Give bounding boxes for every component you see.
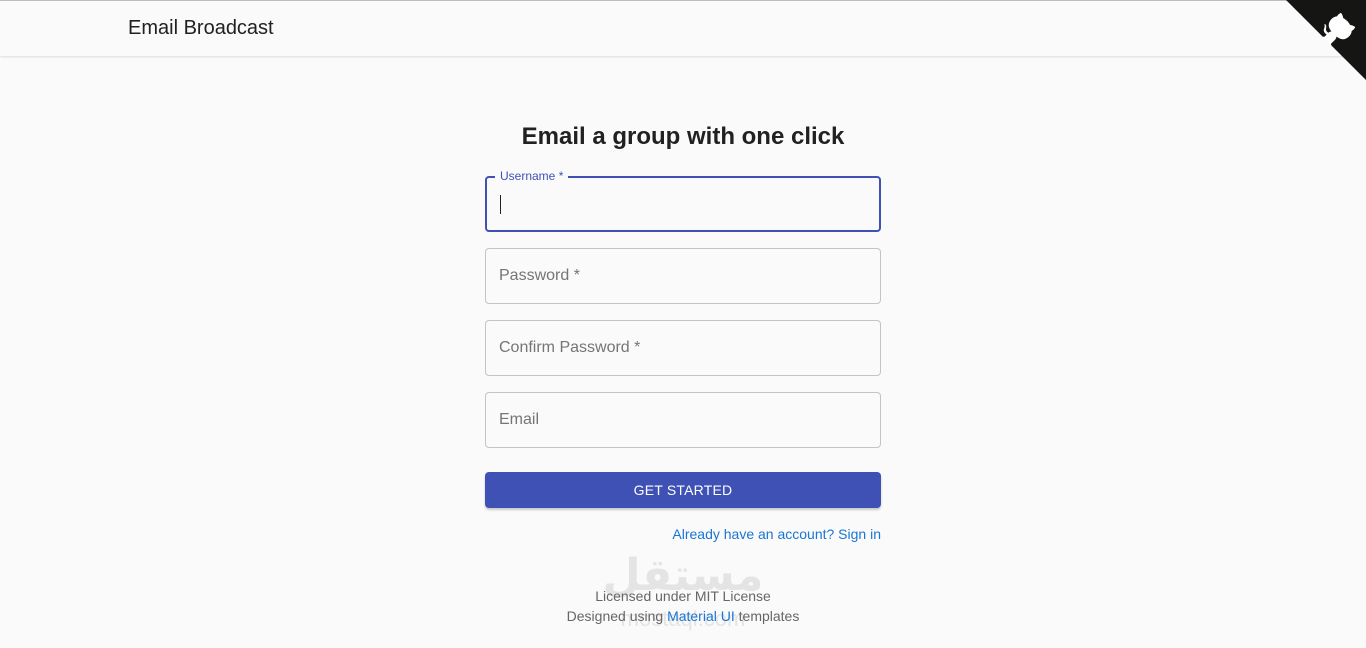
email-field[interactable]: Email	[485, 392, 881, 448]
email-label: Email	[499, 411, 540, 428]
github-octocat-icon	[1286, 0, 1366, 80]
designed-using-line: Designed using Material UI templates	[0, 606, 1366, 626]
designed-using-suffix: templates	[734, 608, 800, 624]
confirm-password-label: Confirm Password *	[499, 339, 641, 356]
username-label: Username *	[495, 169, 569, 183]
signin-row: Already have an account? Sign in	[485, 526, 881, 544]
password-label: Password *	[499, 267, 580, 284]
app-title: Email Broadcast	[128, 17, 274, 39]
username-field[interactable]: Username *	[485, 169, 881, 232]
license-text: Licensed under MIT License	[595, 588, 771, 604]
material-ui-link[interactable]: Material UI	[667, 608, 735, 624]
form-heading: Email a group with one click	[521, 123, 845, 150]
designed-using-prefix: Designed using	[566, 608, 668, 624]
confirm-password-field[interactable]: Confirm Password *	[485, 320, 881, 376]
footer: Licensed under MIT License Designed usin…	[0, 586, 1366, 626]
signup-form: Email a group with one click Username * …	[485, 120, 881, 544]
text-caret	[500, 195, 501, 214]
app-bar: Email Broadcast	[0, 0, 1366, 56]
signin-link[interactable]: Already have an account? Sign in	[672, 526, 881, 542]
github-corner-link[interactable]	[1286, 0, 1366, 80]
password-field[interactable]: Password *	[485, 248, 881, 304]
get-started-button[interactable]: GET STARTED	[485, 472, 881, 508]
